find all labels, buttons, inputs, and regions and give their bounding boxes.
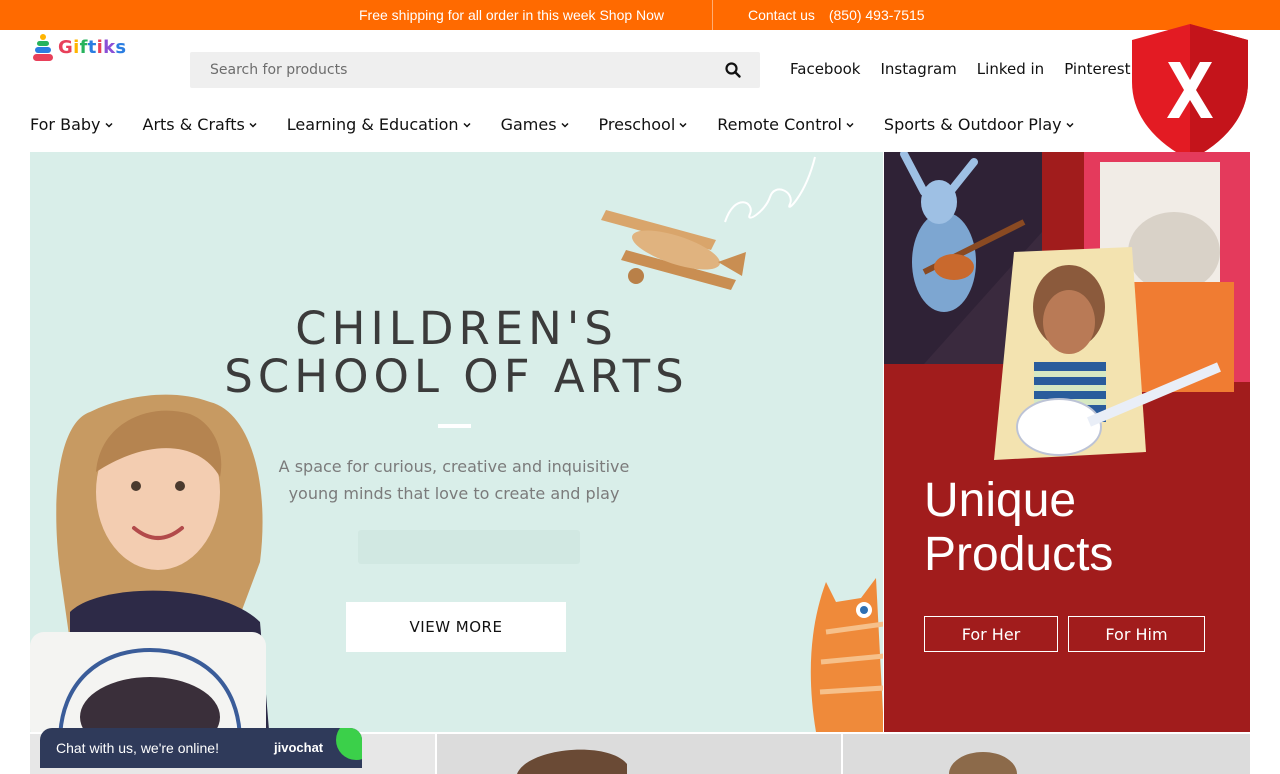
promo-heading-line2: Products [924,528,1114,581]
nav-item-remote-control[interactable]: Remote Control [717,115,854,134]
nav-item-for-baby[interactable]: For Baby [30,115,113,134]
nav-label: Games [500,115,557,134]
chevron-down-icon [104,122,113,128]
shipping-promo-link[interactable]: Free shipping for all order in this week… [359,7,664,23]
pinterest-link[interactable]: Pinterest [1064,60,1130,78]
for-her-button[interactable]: For Her [924,616,1058,652]
chevron-down-icon [846,122,854,128]
nav-label: Sports & Outdoor Play [883,115,1062,134]
nav-item-arts-crafts[interactable]: Arts & Crafts [143,115,257,134]
facebook-link[interactable]: Facebook [790,60,860,78]
view-more-button[interactable]: VIEW MORE [346,602,566,652]
nav-label: Remote Control [717,115,842,134]
painted-cat-image [810,578,883,732]
linkedin-link[interactable]: Linked in [977,60,1044,78]
for-him-button[interactable]: For Him [1068,616,1205,652]
chat-message: Chat with us, we're online! [56,740,219,756]
nav-item-sports-outdoor[interactable]: Sports & Outdoor Play [884,115,1074,134]
swirl-doodle [724,156,816,223]
nav-item-learning-education[interactable]: Learning & Education [287,115,471,134]
instagram-link[interactable]: Instagram [880,60,956,78]
hero-subtitle-line2: young minds that love to create and play [288,484,620,503]
social-links: Facebook Instagram Linked in Pinterest [790,60,1130,78]
hero-banner: CHILDREN'S SCHOOL OF ARTS A space for cu… [30,152,883,732]
phone-link[interactable]: (850) 493-7515 [829,7,925,23]
chevron-down-icon [1066,122,1074,128]
kids-guitar-collage-image [884,152,1250,460]
online-status-icon [336,728,362,760]
shield-x-icon[interactable] [1126,22,1254,162]
search-bar [190,52,760,88]
contact-label: Contact us [748,7,815,23]
category-thumbnail[interactable] [437,734,841,774]
hat-image [517,749,627,774]
nav-label: Preschool [598,115,676,134]
chevron-down-icon [249,122,257,128]
nav-label: Learning & Education [286,115,459,134]
search-input[interactable] [190,52,710,88]
nav-item-games[interactable]: Games [501,115,569,134]
chat-brand-logo: jivochat [274,740,324,755]
category-nav: For Baby Arts & Crafts Learning & Educat… [30,115,1104,134]
site-logo[interactable]: Giftiks [31,32,131,62]
hero-title-line2: SCHOOL OF ARTS [224,350,689,403]
nav-item-preschool[interactable]: Preschool [599,115,688,134]
hero-subtitle-line1: A space for curious, creative and inquis… [278,457,630,476]
promo-heading: Unique Products [924,474,1113,582]
stacking-rings-logo-icon [31,33,55,61]
top-announcement-bar: Free shipping for all order in this week… [0,0,1280,30]
chevron-down-icon [463,122,471,128]
chevron-down-icon [561,122,569,128]
contact-info: Contact us (850) 493-7515 [748,7,925,23]
topbar-divider [712,0,713,30]
logo-wordmark: Giftiks [58,36,127,58]
hero-divider [438,424,471,428]
hero-placeholder-shape [358,530,580,564]
girl-holding-drawing-image [30,394,270,732]
nav-label: For Baby [30,115,101,134]
search-icon[interactable] [724,61,742,79]
chevron-down-icon [679,122,687,128]
hero-title-line1: CHILDREN'S [295,302,618,355]
teddy-image [949,752,1017,774]
unique-products-promo: Unique Products For Her For Him [884,152,1250,732]
category-thumbnail[interactable] [843,734,1250,774]
promo-heading-line1: Unique [924,474,1077,527]
nav-label: Arts & Crafts [142,115,245,134]
live-chat-widget[interactable]: Chat with us, we're online! jivochat [40,728,362,768]
